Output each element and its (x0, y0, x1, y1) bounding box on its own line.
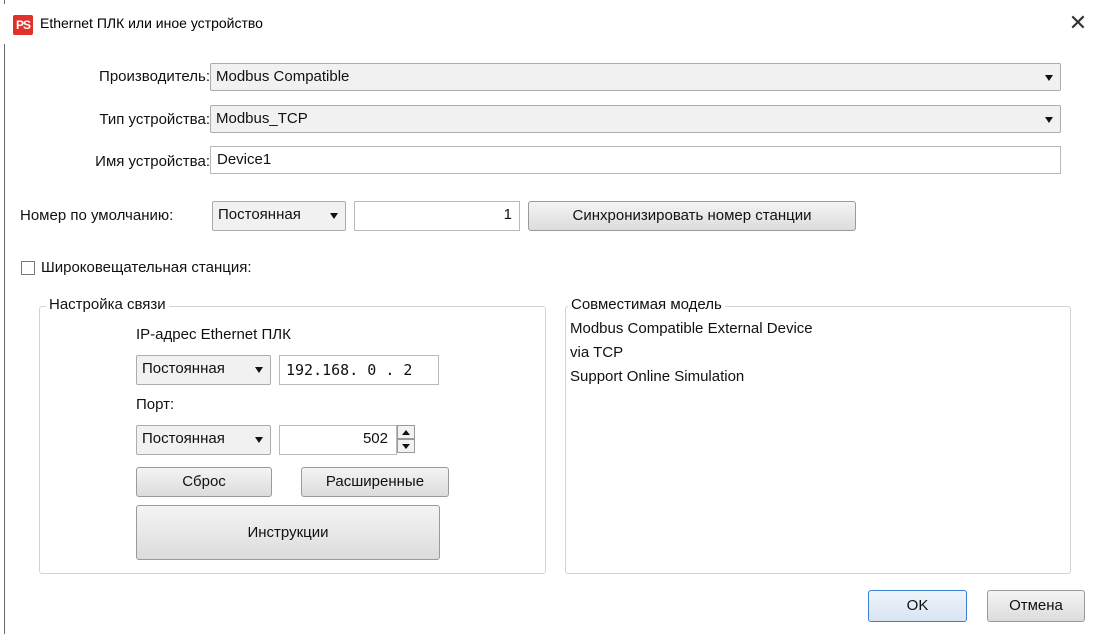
compatible-model-group (565, 306, 1071, 574)
ip-address-label: IP-адрес Ethernet ПЛК (136, 326, 291, 343)
close-icon[interactable]: ✕ (1066, 12, 1090, 36)
ip-mode-select[interactable]: Постоянная (136, 355, 271, 385)
default-number-input[interactable]: 1 (354, 201, 520, 231)
port-value: 502 (362, 430, 388, 447)
window-title: Ethernet ПЛК или иное устройство (40, 15, 263, 31)
device-name-input[interactable]: Device1 (210, 146, 1061, 174)
port-mode-value: Постоянная (142, 430, 225, 447)
spin-up-icon[interactable] (397, 425, 415, 439)
manufacturer-label: Производитель: (99, 68, 210, 85)
device-name-label: Имя устройства: (95, 153, 210, 170)
compatible-model-title: Совместимая модель (568, 296, 725, 313)
ip-mode-value: Постоянная (142, 360, 225, 377)
reset-button[interactable]: Сброс (136, 467, 272, 497)
chevron-down-icon (1045, 75, 1053, 81)
device-name-value: Device1 (217, 151, 272, 168)
default-number-value: 1 (503, 206, 512, 223)
port-label: Порт: (136, 396, 175, 413)
compatible-line-1: Modbus Compatible External Device (570, 320, 813, 337)
device-type-label: Тип устройства: (99, 111, 210, 128)
ip-address-input[interactable]: 192.168. 0 . 2 (279, 355, 439, 385)
default-number-label: Номер по умолчанию: (20, 207, 174, 224)
default-number-mode-value: Постоянная (218, 206, 301, 223)
advanced-button[interactable]: Расширенные (301, 467, 449, 497)
port-spinner[interactable] (397, 425, 415, 453)
cancel-button[interactable]: Отмена (987, 590, 1085, 622)
port-mode-select[interactable]: Постоянная (136, 425, 271, 455)
broadcast-label: Широковещательная станция: (41, 259, 252, 276)
device-type-select[interactable]: Modbus_TCP (210, 105, 1061, 133)
app-logo-icon: PS (13, 15, 33, 35)
instructions-button[interactable]: Инструкции (136, 505, 440, 560)
compatible-line-2: via TCP (570, 344, 624, 361)
connection-settings-title: Настройка связи (46, 296, 169, 313)
compatible-line-3: Support Online Simulation (570, 368, 745, 385)
manufacturer-select[interactable]: Modbus Compatible (210, 63, 1061, 91)
ip-address-value: 192.168. 0 . 2 (286, 361, 413, 379)
port-input[interactable]: 502 (279, 425, 397, 455)
ok-button[interactable]: OK (868, 590, 967, 622)
chevron-down-icon (255, 367, 263, 373)
default-number-mode-select[interactable]: Постоянная (212, 201, 346, 231)
chevron-down-icon (1045, 117, 1053, 123)
broadcast-checkbox[interactable] (21, 261, 35, 275)
sync-station-number-button[interactable]: Синхронизировать номер станции (528, 201, 856, 231)
spin-down-icon[interactable] (397, 439, 415, 453)
device-type-value: Modbus_TCP (216, 110, 308, 127)
manufacturer-value: Modbus Compatible (216, 68, 350, 85)
chevron-down-icon (255, 437, 263, 443)
chevron-down-icon (330, 213, 338, 219)
